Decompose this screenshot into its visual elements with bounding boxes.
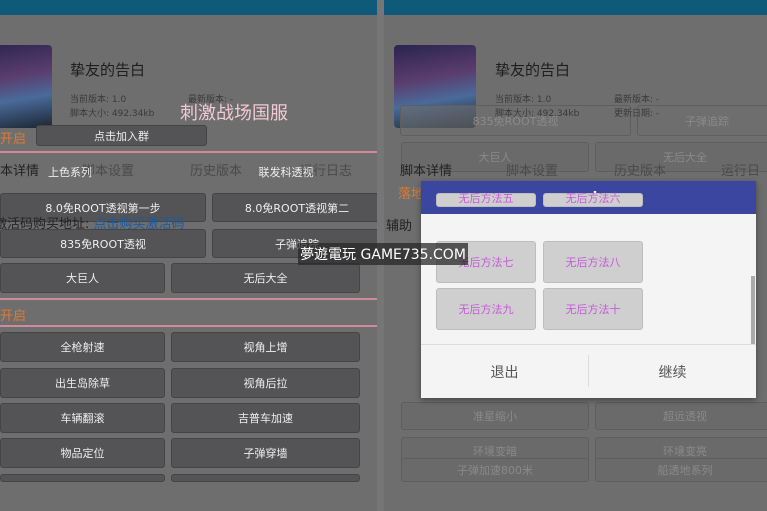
bg-button: 准星缩小 bbox=[401, 402, 589, 430]
method-9-button[interactable]: 无后方法九 bbox=[436, 288, 536, 330]
dialog-scrollbar[interactable] bbox=[751, 276, 755, 344]
jeep-speed-button[interactable]: 吉普车加速 bbox=[171, 403, 360, 433]
partial-button[interactable] bbox=[171, 474, 360, 482]
method-10-button[interactable]: 无后方法十 bbox=[543, 288, 643, 330]
root-esp-step2-button[interactable]: 8.0免ROOT透视第二 bbox=[212, 193, 377, 222]
tab-history[interactable]: 历史版本 bbox=[614, 160, 666, 179]
no-recoil-button[interactable]: 无后大全 bbox=[171, 263, 360, 293]
wall-pierce-button[interactable]: 子弹穿墙 bbox=[171, 438, 360, 468]
tab-details[interactable]: 脚本详情 bbox=[400, 160, 452, 179]
current-version: 当前版本: 1.0 bbox=[495, 95, 552, 105]
fire-rate-button[interactable]: 全枪射速 bbox=[0, 332, 165, 362]
exit-button[interactable]: 退出 bbox=[421, 345, 588, 398]
status-bar-right bbox=[384, 0, 767, 15]
partial-button[interactable] bbox=[0, 474, 165, 482]
script-size: 脚本大小: 492.34kb bbox=[495, 109, 580, 119]
current-version: 当前版本: 1.0 bbox=[70, 95, 127, 105]
script-cover-image bbox=[0, 45, 52, 128]
divider bbox=[0, 298, 377, 300]
update-date: 更新日期: - bbox=[614, 109, 660, 119]
bg-button: 船透地系列 bbox=[595, 458, 767, 482]
view-up-button[interactable]: 视角上增 bbox=[171, 332, 360, 362]
bg-button: 子弹加速800米 bbox=[401, 458, 589, 482]
method-8-button[interactable]: 无后方法八 bbox=[543, 241, 643, 283]
method-6-button[interactable]: 无后方法六 bbox=[543, 192, 643, 207]
view-back-button[interactable]: 视角后拉 bbox=[171, 368, 360, 398]
aux-label: 辅助 bbox=[386, 219, 413, 234]
script-title: 挚友的告白 bbox=[70, 61, 146, 79]
main-dialog: main 无后方法五 无后方法六 无后方法七 无后方法八 无后方法九 无后方法十… bbox=[421, 181, 756, 398]
watermark: 夢遊電玩 GAME735.COM bbox=[298, 243, 468, 265]
script-title: 挚友的告白 bbox=[495, 61, 571, 79]
method-5-button[interactable]: 无后方法五 bbox=[436, 192, 536, 207]
script-size: 脚本大小: 492.34kb bbox=[70, 109, 155, 119]
join-group-button[interactable]: 点击加入群 bbox=[36, 125, 207, 146]
divider bbox=[0, 325, 377, 327]
divider bbox=[0, 151, 377, 153]
section-label-2: 开启 bbox=[0, 309, 27, 324]
section-label: 开启 bbox=[0, 132, 27, 147]
remove-grass-button[interactable]: 出生岛除草 bbox=[0, 368, 165, 398]
vehicle-roll-button[interactable]: 车辆翻滚 bbox=[0, 403, 165, 433]
835-esp-button[interactable]: 835免ROOT透视 bbox=[0, 229, 206, 258]
mtk-esp-button[interactable]: 联发科透视 bbox=[216, 158, 356, 186]
status-bar bbox=[0, 0, 377, 15]
giant-button[interactable]: 大巨人 bbox=[0, 263, 165, 293]
bg-button: 超远透视 bbox=[595, 402, 767, 430]
latest-version: 最新版本: - bbox=[614, 95, 660, 105]
continue-button[interactable]: 继续 bbox=[589, 345, 756, 398]
latest-version: 最新版本: - bbox=[188, 95, 234, 105]
item-locate-button[interactable]: 物品定位 bbox=[0, 438, 165, 468]
color-series-button[interactable]: 上色系列 bbox=[0, 158, 140, 186]
tab-settings[interactable]: 脚本设置 bbox=[506, 160, 558, 179]
